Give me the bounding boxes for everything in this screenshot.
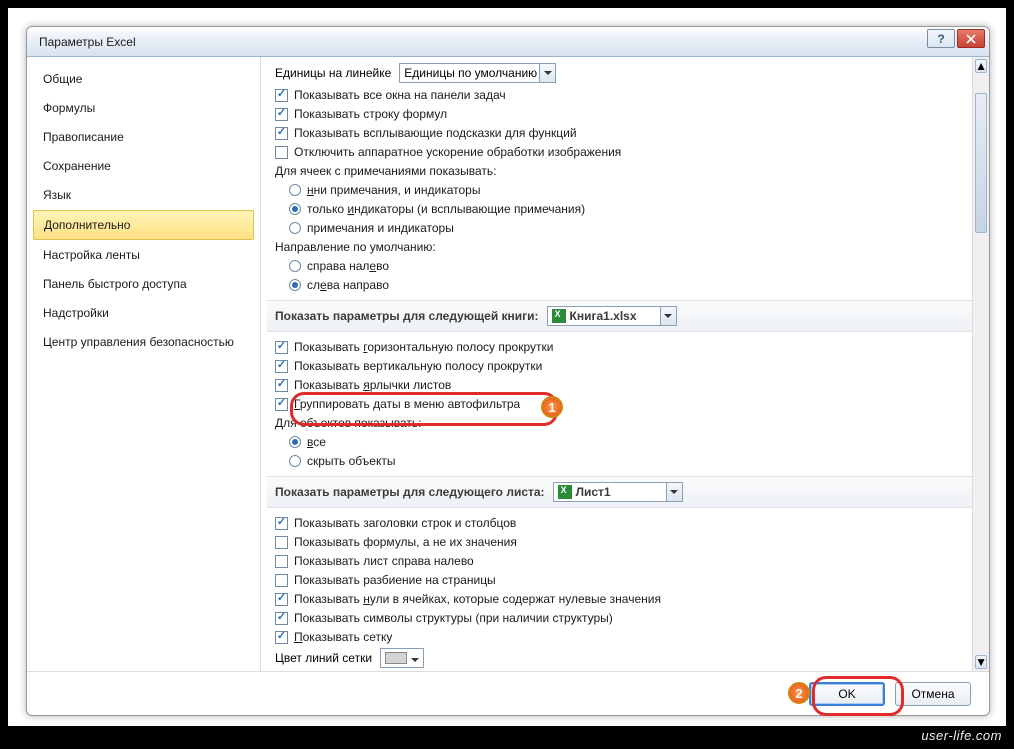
checkbox-formula-bar[interactable] xyxy=(275,108,288,121)
checkbox-headers[interactable] xyxy=(275,517,288,530)
checkbox-disable-hw[interactable] xyxy=(275,146,288,159)
section-workbook-title: Показать параметры для следующей книги: xyxy=(275,309,539,323)
sidebar-item-trust[interactable]: Центр управления безопасностью xyxy=(33,328,254,356)
label-pagebreaks: Показывать разбиение на страницы xyxy=(294,573,496,587)
chevron-down-icon xyxy=(409,651,419,665)
label-sheet-rtl: Показывать лист справа налево xyxy=(294,554,474,568)
ok-button[interactable]: OK xyxy=(809,682,885,706)
excel-options-dialog: Параметры Excel ? Общие Формулы Правопис… xyxy=(26,26,990,716)
radio-rtl[interactable] xyxy=(289,260,301,272)
radio-ltr[interactable] xyxy=(289,279,301,291)
vertical-scrollbar[interactable]: ▲ ▼ xyxy=(972,57,989,671)
watermark: user-life.com xyxy=(921,728,1002,743)
checkbox-all-windows[interactable] xyxy=(275,89,288,102)
cancel-button[interactable]: Отмена xyxy=(895,682,971,706)
chevron-down-icon xyxy=(539,64,555,82)
label-sheet-tabs: Показывать ярлычки листов xyxy=(294,378,451,392)
radio-obj-hide[interactable] xyxy=(289,455,301,467)
checkbox-vscroll[interactable] xyxy=(275,360,288,373)
sheet-dropdown[interactable]: Лист1 xyxy=(553,482,683,502)
label-group-dates: Группировать даты в меню автофильтра xyxy=(294,397,520,411)
sheet-icon xyxy=(558,485,572,499)
label-formula-bar: Показывать строку формул xyxy=(294,107,447,121)
window-title: Параметры Excel xyxy=(39,35,136,49)
color-swatch-icon xyxy=(385,652,407,664)
chevron-down-icon xyxy=(660,307,676,325)
label-all-windows: Показывать все окна на панели задач xyxy=(294,88,506,102)
section-sheet-title: Показать параметры для следующего листа: xyxy=(275,485,545,499)
checkbox-zeros[interactable] xyxy=(275,593,288,606)
label-outline: Показывать символы структуры (при наличи… xyxy=(294,611,613,625)
sidebar-item-save[interactable]: Сохранение xyxy=(33,152,254,180)
scroll-up-icon[interactable]: ▲ xyxy=(975,59,987,73)
checkbox-gridlines[interactable] xyxy=(275,631,288,644)
label-disable-hw: Отключить аппаратное ускорение обработки… xyxy=(294,145,621,159)
help-button[interactable]: ? xyxy=(927,29,955,48)
sidebar-item-addins[interactable]: Надстройки xyxy=(33,299,254,327)
radio-comments-none[interactable] xyxy=(289,184,301,196)
label-function-tips: Показывать всплывающие подсказки для фун… xyxy=(294,126,577,140)
checkbox-sheet-rtl[interactable] xyxy=(275,555,288,568)
radio-obj-all[interactable] xyxy=(289,436,301,448)
label-comments-none: нни примечания, и индикаторы xyxy=(307,183,480,197)
dialog-footer: OK Отмена xyxy=(27,671,989,715)
sidebar-item-ribbon[interactable]: Настройка ленты xyxy=(33,241,254,269)
checkbox-hscroll[interactable] xyxy=(275,341,288,354)
category-sidebar: Общие Формулы Правописание Сохранение Яз… xyxy=(27,57,261,671)
sidebar-item-general[interactable]: Общие xyxy=(33,65,254,93)
sidebar-item-formulas[interactable]: Формулы xyxy=(33,94,254,122)
label-headers: Показывать заголовки строк и столбцов xyxy=(294,516,516,530)
checkbox-sheet-tabs[interactable] xyxy=(275,379,288,392)
ruler-units-value: Единицы по умолчанию xyxy=(404,66,537,80)
sidebar-item-proofing[interactable]: Правописание xyxy=(33,123,254,151)
label-comments-indicators: только индикаторы (и всплывающие примеча… xyxy=(307,202,585,216)
ruler-units-dropdown[interactable]: Единицы по умолчанию xyxy=(399,63,556,83)
grid-color-dropdown[interactable] xyxy=(380,648,424,668)
ruler-units-label: Единицы на линейке xyxy=(275,66,391,80)
checkbox-function-tips[interactable] xyxy=(275,127,288,140)
label-vscroll: Показывать вертикальную полосу прокрутки xyxy=(294,359,542,373)
sheet-value: Лист1 xyxy=(576,485,611,499)
section-workbook: Показать параметры для следующей книги: … xyxy=(267,300,983,332)
titlebar: Параметры Excel ? xyxy=(27,27,989,57)
close-button[interactable] xyxy=(957,29,985,48)
direction-label: Направление по умолчанию: xyxy=(275,240,436,254)
options-panel: Единицы на линейке Единицы по умолчанию … xyxy=(261,57,989,671)
label-show-formulas: Показывать формулы, а не их значения xyxy=(294,535,517,549)
workbook-dropdown[interactable]: Книга1.xlsx xyxy=(547,306,677,326)
checkbox-show-formulas[interactable] xyxy=(275,536,288,549)
section-sheet: Показать параметры для следующего листа:… xyxy=(267,476,983,508)
label-comments-both: примечания и индикаторы xyxy=(307,221,454,235)
radio-comments-both[interactable] xyxy=(289,222,301,234)
scroll-down-icon[interactable]: ▼ xyxy=(975,655,987,669)
grid-color-label: Цвет линий сетки xyxy=(275,651,372,665)
sidebar-item-advanced[interactable]: Дополнительно xyxy=(33,210,254,240)
excel-file-icon xyxy=(552,309,566,323)
label-obj-hide: скрыть объекты xyxy=(307,454,395,468)
label-hscroll: Показывать горизонтальную полосу прокрут… xyxy=(294,340,553,354)
scroll-thumb[interactable] xyxy=(975,93,987,233)
label-gridlines: Показывать сетку xyxy=(294,630,392,644)
objects-show-label: Для объектов показывать: xyxy=(275,416,422,430)
chevron-down-icon xyxy=(666,483,682,501)
comments-label: Для ячеек с примечаниями показывать: xyxy=(275,164,497,178)
label-zeros: Показывать нули в ячейках, которые содер… xyxy=(294,592,661,606)
label-rtl: справа налево xyxy=(307,259,389,273)
label-obj-all: все xyxy=(307,435,326,449)
sidebar-item-language[interactable]: Язык xyxy=(33,181,254,209)
sidebar-item-qat[interactable]: Панель быстрого доступа xyxy=(33,270,254,298)
workbook-value: Книга1.xlsx xyxy=(570,309,637,323)
radio-comments-indicators[interactable] xyxy=(289,203,301,215)
label-ltr: слева направо xyxy=(307,278,389,292)
checkbox-pagebreaks[interactable] xyxy=(275,574,288,587)
checkbox-outline[interactable] xyxy=(275,612,288,625)
checkbox-group-dates[interactable] xyxy=(275,398,288,411)
